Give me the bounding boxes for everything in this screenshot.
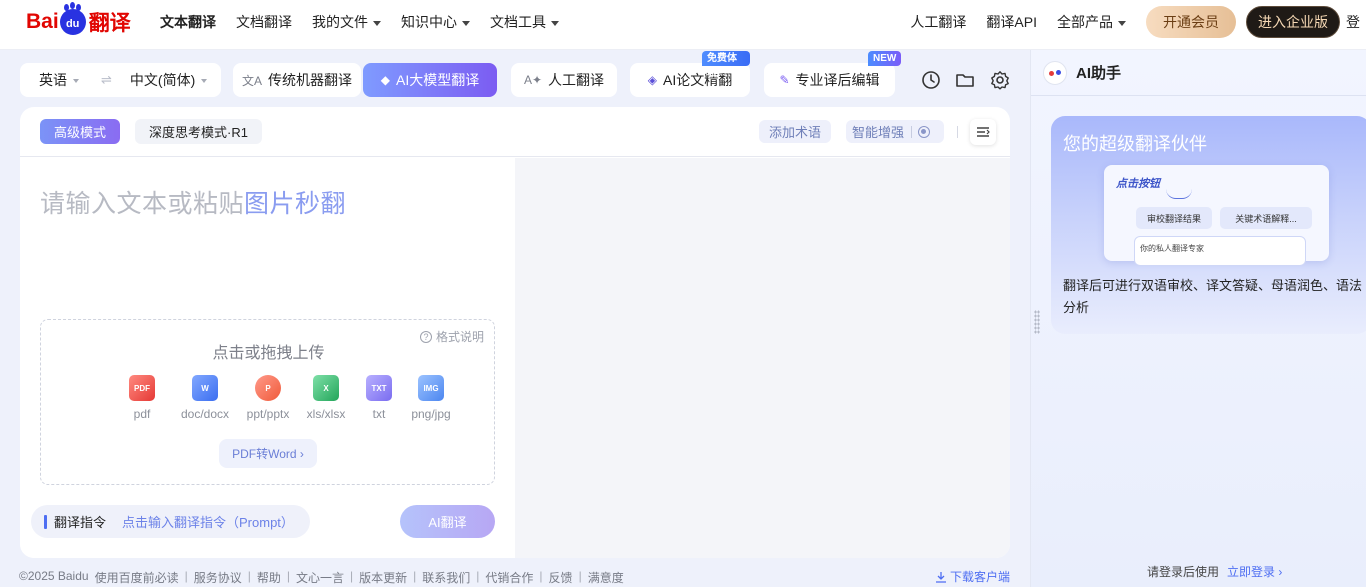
sidebar-title: AI助手	[1076, 62, 1121, 83]
image-translate-link[interactable]: 图片秒翻	[244, 190, 346, 218]
footer-link[interactable]: 满意度	[588, 569, 624, 586]
pen-icon: ✎	[779, 73, 789, 87]
footer-links: ©2025 Baidu 使用百度前必读| 服务协议| 帮助| 文心一言| 版本更…	[19, 569, 624, 586]
mode-ai-paper-translate[interactable]: 免费体验 ◈AI论文精翻	[630, 63, 750, 97]
sidebar-header: AI助手	[1031, 50, 1366, 96]
filetype-ppt: P ppt/pptx	[239, 375, 297, 421]
download-icon	[935, 571, 947, 583]
file-upload-dropzone[interactable]: ?格式说明 点击或拖拽上传 PDF pdf W doc/docx P ppt/p…	[40, 319, 495, 485]
chevron-down-icon	[373, 21, 381, 26]
pdf-icon: PDF	[129, 375, 155, 401]
language-selector: 英语 ⇌ 中文(简体)	[20, 63, 221, 97]
sidebar-login-hint: 请登录后使用 立即登录 ›	[1147, 563, 1282, 580]
nav-human-translate[interactable]: 人工翻译	[910, 12, 966, 32]
target-icon	[918, 126, 930, 138]
promo-title: 您的超级翻译伙伴	[1063, 130, 1207, 156]
footer-link[interactable]: 文心一言	[296, 569, 344, 586]
vip-button[interactable]: 开通会员	[1146, 6, 1236, 38]
enterprise-button[interactable]: 进入企业版	[1246, 6, 1340, 38]
filetype-pdf: PDF pdf	[113, 375, 171, 421]
footer-link[interactable]: 服务协议	[194, 569, 242, 586]
upload-title: 点击或拖拽上传	[41, 339, 496, 363]
filetype-doc: W doc/docx	[171, 375, 239, 421]
nav-my-files[interactable]: 我的文件	[312, 12, 381, 32]
image-icon: IMG	[418, 375, 444, 401]
chevron-down-icon	[462, 21, 470, 26]
mode-ai-llm-translate[interactable]: ◆AI大模型翻译	[363, 63, 497, 97]
nav-translate-api[interactable]: 翻译API	[986, 12, 1037, 32]
login-link[interactable]: 登	[1346, 12, 1366, 32]
mode-post-edit[interactable]: NEW ✎专业译后编辑	[764, 63, 895, 97]
filetype-image: IMG png/jpg	[403, 375, 459, 421]
ppt-icon: P	[255, 375, 281, 401]
layers-icon: ◈	[648, 73, 657, 87]
footer-link[interactable]: 联系我们	[422, 569, 470, 586]
nav-doc-tools[interactable]: 文档工具	[490, 12, 559, 32]
nav-doc-translate[interactable]: 文档翻译	[236, 12, 292, 32]
mode-human-translate[interactable]: A✦人工翻译	[511, 63, 617, 97]
ai-sparkle-icon: A✦	[524, 73, 542, 87]
pdf-to-word-button[interactable]: PDF转Word ›	[219, 439, 317, 468]
settings-sliders-icon	[976, 126, 990, 138]
top-nav: Baidu翻译 文本翻译 文档翻译 我的文件 知识中心 文档工具 人工翻译 翻译…	[0, 0, 1366, 50]
footer-link[interactable]: 帮助	[257, 569, 281, 586]
chevron-down-icon	[73, 79, 79, 83]
excel-icon: X	[313, 375, 339, 401]
filetype-txt: TXT txt	[355, 375, 403, 421]
free-trial-badge: 免费体验	[702, 51, 750, 66]
source-placeholder: 请输入文本或粘贴图片秒翻	[40, 184, 346, 220]
prompt-label: 翻译指令	[54, 512, 106, 531]
promo-description: 翻译后可进行双语审校、译文答疑、母语润色、语法分析	[1063, 275, 1366, 319]
txt-icon: TXT	[366, 375, 392, 401]
word-icon: W	[192, 375, 218, 401]
ai-translate-button[interactable]: AI翻译	[400, 505, 495, 538]
target-language-select[interactable]: 中文(简体)	[130, 70, 207, 90]
chevron-down-icon	[551, 21, 559, 26]
translate-panel: 高级模式 深度思考模式·R1 添加术语 智能增强 请输入文本或粘贴图片秒翻 ?格…	[20, 107, 1010, 558]
add-terms-button[interactable]: 添加术语	[759, 120, 831, 143]
cube-icon: ◆	[381, 73, 390, 87]
source-language-select[interactable]: 英语	[39, 70, 79, 90]
deep-thinking-mode-tab[interactable]: 深度思考模式·R1	[135, 119, 262, 144]
filetype-xls: X xls/xlsx	[297, 375, 355, 421]
advanced-mode-tab[interactable]: 高级模式	[40, 119, 120, 144]
new-badge: NEW	[868, 51, 901, 66]
nav-knowledge[interactable]: 知识中心	[401, 12, 470, 32]
options-menu-button[interactable]	[970, 119, 996, 145]
baidu-fanyi-logo[interactable]: Baidu翻译	[26, 4, 131, 40]
history-icon[interactable]	[921, 70, 941, 90]
download-client-link[interactable]: 下载客户端	[935, 568, 1010, 585]
prompt-placeholder: 点击输入翻译指令（Prompt）	[122, 512, 294, 531]
settings-icon[interactable]	[990, 70, 1010, 90]
footer-link[interactable]: 代销合作	[485, 569, 533, 586]
translate-icon: 文A	[242, 72, 262, 89]
swap-language-icon[interactable]: ⇌	[101, 72, 112, 88]
footer-link[interactable]: 版本更新	[359, 569, 407, 586]
panel-header: 高级模式 深度思考模式·R1 添加术语 智能增强	[20, 107, 1010, 157]
source-input-area[interactable]: 请输入文本或粘贴图片秒翻 ?格式说明 点击或拖拽上传 PDF pdf W doc…	[20, 158, 515, 558]
arrow-icon	[1166, 185, 1192, 199]
copyright: ©2025 Baidu	[19, 569, 89, 586]
chevron-down-icon	[201, 79, 207, 83]
promo-illustration: 点击按钮 审校翻译结果 关键术语解释... 你的私人翻译专家	[1104, 165, 1329, 261]
chevron-down-icon	[1118, 21, 1126, 26]
resize-handle[interactable]	[1034, 310, 1040, 334]
translation-output-area	[515, 158, 1010, 558]
prompt-input[interactable]: 翻译指令 点击输入翻译指令（Prompt）	[31, 505, 310, 538]
nav-all-products[interactable]: 全部产品	[1057, 12, 1126, 32]
smart-enhance-button[interactable]: 智能增强	[846, 120, 944, 143]
ai-assistant-sidebar: AI助手 您的超级翻译伙伴 点击按钮 审校翻译结果 关键术语解释... 你的私人…	[1030, 50, 1366, 587]
nav-text-translate[interactable]: 文本翻译	[160, 12, 216, 32]
login-now-link[interactable]: 立即登录 ›	[1227, 563, 1282, 580]
footer-link[interactable]: 反馈	[549, 569, 573, 586]
promo-card: 您的超级翻译伙伴 点击按钮 审校翻译结果 关键术语解释... 你的私人翻译专家 …	[1051, 116, 1366, 334]
footer-link[interactable]: 使用百度前必读	[95, 569, 179, 586]
folder-icon[interactable]	[955, 70, 975, 90]
ai-assistant-icon	[1043, 61, 1067, 85]
mode-machine-translate[interactable]: 文A传统机器翻译	[233, 63, 361, 97]
